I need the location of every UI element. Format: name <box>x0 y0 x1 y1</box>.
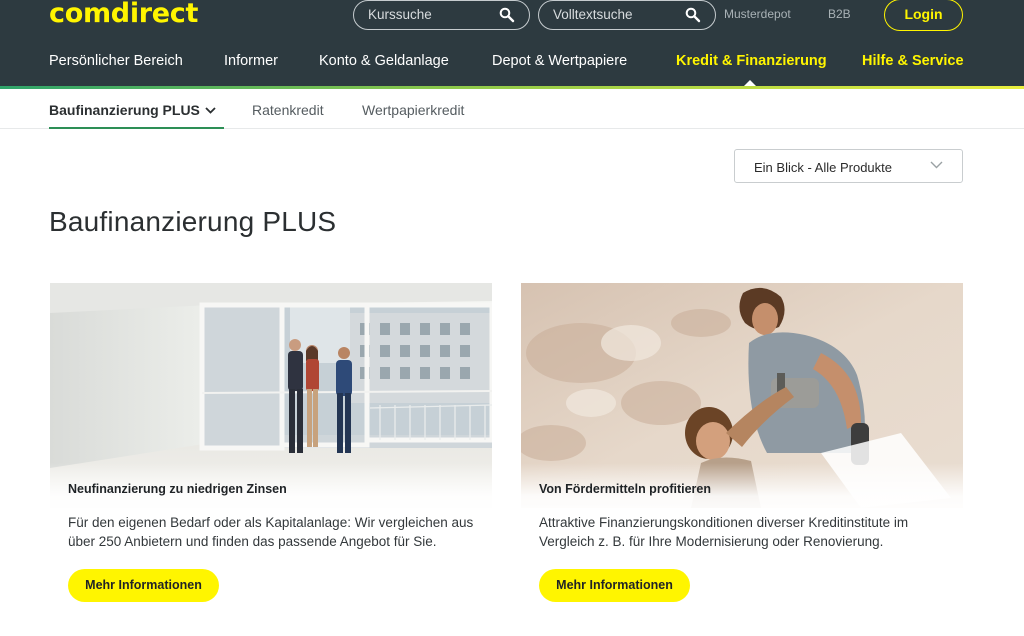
nav-item-hilfe-service[interactable]: Hilfe & Service <box>862 53 964 69</box>
kurssuche-placeholder: Kurssuche <box>368 7 432 22</box>
chevron-down-icon <box>930 161 943 169</box>
musterdepot-link[interactable]: Musterdepot <box>724 7 791 21</box>
card-title: Neufinanzierung zu niedrigen Zinsen <box>68 482 287 496</box>
card-title: Von Fördermitteln profitieren <box>539 482 711 496</box>
dropdown-selected-value: Ein Blick - Alle Produkte <box>754 160 893 175</box>
subnav-item-label: Baufinanzierung PLUS <box>49 102 200 118</box>
login-button[interactable]: Login <box>884 0 963 31</box>
nav-item-depot-wertpapiere[interactable]: Depot & Wertpapiere <box>492 53 627 69</box>
subnav-item-ratenkredit[interactable]: Ratenkredit <box>252 102 324 118</box>
nav-item-persoenlicher-bereich[interactable]: Persönlicher Bereich <box>49 53 183 69</box>
comdirect-logo[interactable]: comdirect <box>49 0 198 29</box>
nav-item-kredit-finanzierung[interactable]: Kredit & Finanzierung <box>676 53 827 69</box>
nav-item-konto-geldanlage[interactable]: Konto & Geldanlage <box>319 53 449 69</box>
product-overview-dropdown[interactable]: Ein Blick - Alle Produkte <box>734 149 963 183</box>
volltextsuche-search-field[interactable]: Volltextsuche <box>538 0 716 30</box>
kurssuche-search-field[interactable]: Kurssuche <box>353 0 530 30</box>
b2b-link[interactable]: B2B <box>828 7 851 21</box>
card-description: Für den eigenen Bedarf oder als Kapitala… <box>68 515 474 549</box>
nav-item-informer[interactable]: Informer <box>224 53 278 69</box>
sub-navigation: Baufinanzierung PLUS Ratenkredit Wertpap… <box>0 89 1024 129</box>
card-description: Attraktive Finanzierungskonditionen dive… <box>539 515 909 549</box>
product-card-neufinanzierung: Neufinanzierung zu niedrigen Zinsen Für … <box>50 283 492 623</box>
chevron-down-icon <box>205 107 216 114</box>
page-title: Baufinanzierung PLUS <box>49 206 337 237</box>
more-information-button[interactable]: Mehr Informationen <box>539 569 690 602</box>
subnav-item-baufinanzierung-plus[interactable]: Baufinanzierung PLUS <box>49 102 216 118</box>
active-subnav-underline <box>49 127 224 129</box>
main-navigation: Persönlicher Bereich Informer Konto & Ge… <box>0 53 1024 75</box>
subnav-item-wertpapierkredit[interactable]: Wertpapierkredit <box>362 102 464 118</box>
volltextsuche-placeholder: Volltextsuche <box>553 7 633 22</box>
top-header: comdirect Kurssuche Volltextsuche Muster… <box>0 0 1024 86</box>
search-icon[interactable] <box>685 7 701 23</box>
product-card-foerdermittel: Von Fördermitteln profitieren Attraktive… <box>521 283 963 623</box>
search-icon[interactable] <box>499 7 515 23</box>
more-information-button[interactable]: Mehr Informationen <box>68 569 219 602</box>
